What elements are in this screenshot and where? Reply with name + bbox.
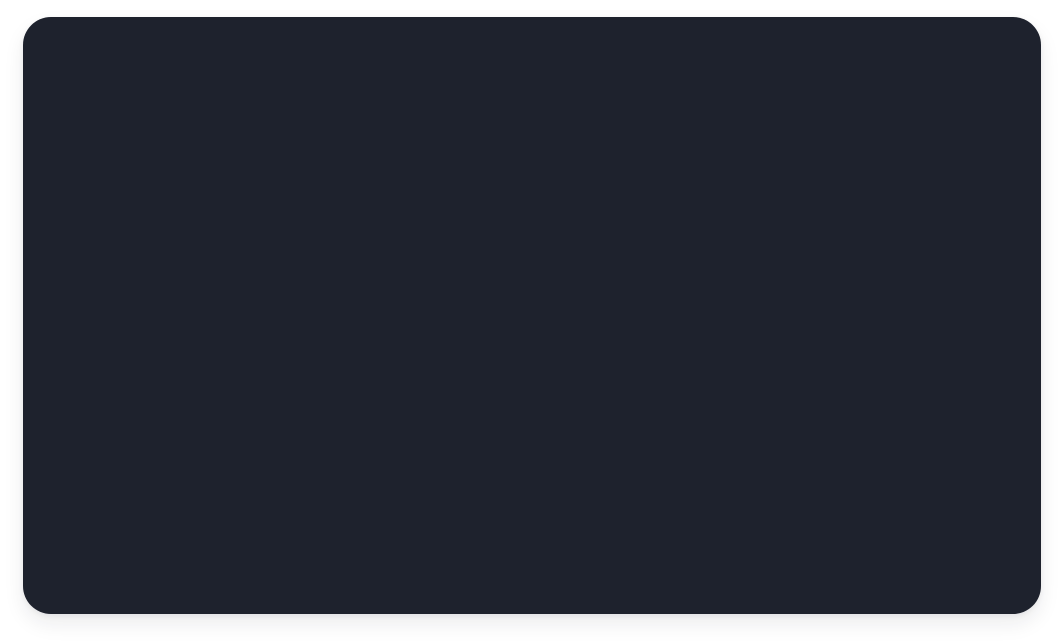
page: { "window": { "background_color": "#1e22… [0,0,1064,642]
app-window [23,17,1041,614]
app-surface [23,17,1041,614]
